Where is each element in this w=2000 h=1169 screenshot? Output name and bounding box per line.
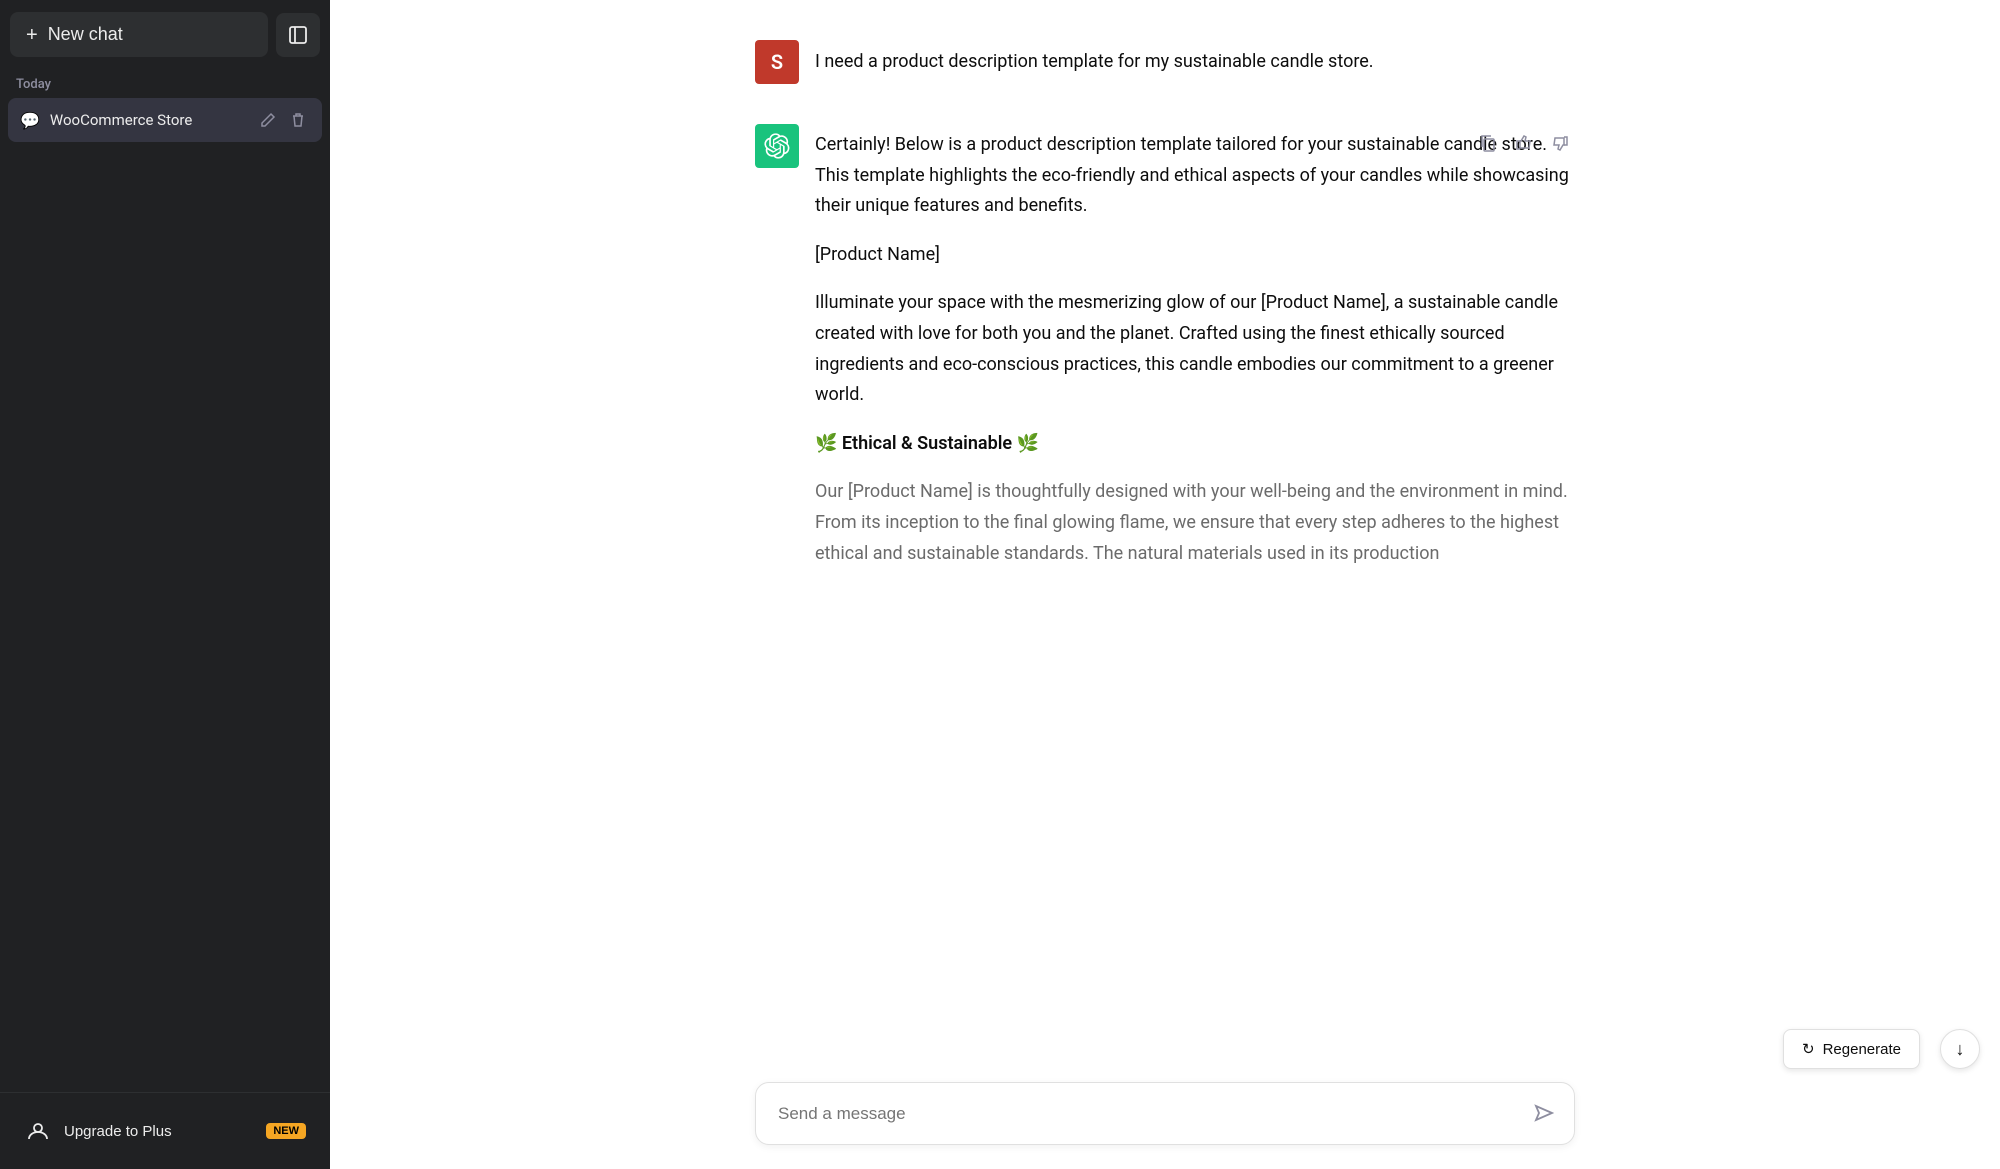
new-chat-button[interactable]: + New chat bbox=[10, 12, 268, 57]
main-chat-area: S I need a product description template … bbox=[330, 0, 2000, 1169]
edit-chat-button[interactable] bbox=[256, 108, 280, 132]
layout-icon bbox=[288, 25, 308, 45]
sidebar: + New chat Today 💬 WooCommerce Store bbox=[0, 0, 330, 1169]
edit-icon bbox=[260, 112, 276, 128]
openai-icon bbox=[764, 133, 790, 159]
trash-icon bbox=[290, 112, 306, 128]
copy-button[interactable] bbox=[1473, 128, 1503, 158]
product-name-placeholder: [Product Name] bbox=[815, 240, 1575, 271]
regenerate-button[interactable]: ↻ Regenerate bbox=[1783, 1029, 1920, 1069]
chat-item-actions bbox=[256, 108, 310, 132]
regenerate-label: Regenerate bbox=[1823, 1041, 1901, 1058]
thumbs-up-icon bbox=[1515, 134, 1533, 152]
message-input[interactable] bbox=[756, 1083, 1574, 1145]
thumbs-down-button[interactable] bbox=[1545, 128, 1575, 158]
new-badge: NEW bbox=[266, 1123, 306, 1139]
section-heading: 🌿 Ethical & Sustainable 🌿 bbox=[815, 429, 1575, 460]
scroll-down-button[interactable]: ↓ bbox=[1940, 1029, 1980, 1069]
new-chat-label: New chat bbox=[48, 24, 123, 45]
ai-message-content: Certainly! Below is a product descriptio… bbox=[815, 124, 1575, 569]
thumbs-up-button[interactable] bbox=[1509, 128, 1539, 158]
layout-toggle-button[interactable] bbox=[276, 13, 320, 57]
delete-chat-button[interactable] bbox=[286, 108, 310, 132]
send-icon bbox=[1534, 1103, 1554, 1123]
scroll-down-icon: ↓ bbox=[1956, 1039, 1965, 1060]
ai-message-actions bbox=[1473, 128, 1575, 158]
today-section-label: Today bbox=[0, 69, 330, 98]
ai-message: Certainly! Below is a product descriptio… bbox=[755, 124, 1575, 569]
sidebar-header: + New chat bbox=[0, 0, 330, 69]
input-container bbox=[755, 1082, 1575, 1146]
user-message-text: I need a product description template fo… bbox=[815, 40, 1374, 77]
plus-icon: + bbox=[26, 25, 38, 45]
chat-item-label: WooCommerce Store bbox=[50, 111, 246, 129]
send-button[interactable] bbox=[1528, 1097, 1560, 1129]
thumbs-down-icon bbox=[1551, 134, 1569, 152]
ai-paragraph-1: Certainly! Below is a product descriptio… bbox=[815, 130, 1575, 222]
input-area bbox=[715, 1082, 1615, 1169]
regenerate-icon: ↻ bbox=[1802, 1040, 1815, 1058]
chat-list-item[interactable]: 💬 WooCommerce Store bbox=[8, 98, 322, 142]
copy-icon bbox=[1479, 134, 1497, 152]
chat-icon: 💬 bbox=[20, 111, 40, 130]
upgrade-label: Upgrade to Plus bbox=[64, 1123, 172, 1140]
ai-paragraph-2: Illuminate your space with the mesmerizi… bbox=[815, 288, 1575, 410]
upgrade-to-plus-button[interactable]: Upgrade to Plus NEW bbox=[8, 1105, 322, 1157]
chat-messages: S I need a product description template … bbox=[330, 0, 2000, 1082]
sidebar-footer: Upgrade to Plus NEW bbox=[0, 1092, 330, 1169]
user-icon bbox=[24, 1117, 52, 1145]
user-message: S I need a product description template … bbox=[755, 40, 1575, 84]
user-avatar: S bbox=[755, 40, 799, 84]
ai-paragraph-3: Our [Product Name] is thoughtfully desig… bbox=[815, 477, 1575, 569]
ai-avatar bbox=[755, 124, 799, 168]
message-wrapper: S I need a product description template … bbox=[715, 40, 1615, 569]
